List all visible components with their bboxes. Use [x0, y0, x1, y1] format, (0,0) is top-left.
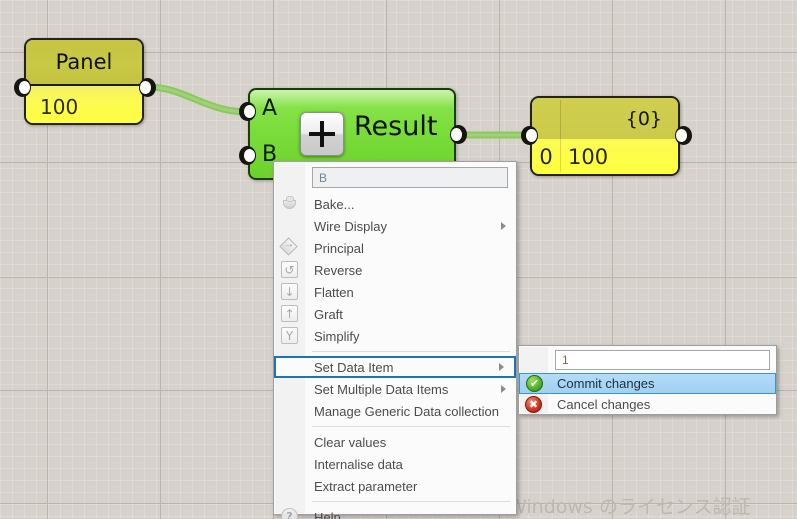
menu-item-clear-values[interactable]: Clear values: [274, 431, 516, 453]
menu-separator: [312, 351, 510, 352]
output-row: 0 100: [532, 139, 678, 174]
chevron-right-icon: [499, 363, 504, 371]
reverse-icon: ↺: [281, 261, 299, 279]
menu-item-label: Principal: [314, 240, 364, 256]
panel-title: Panel: [26, 40, 142, 86]
result-input-a-port[interactable]: [239, 102, 256, 121]
menu-item-set-multiple-data-items[interactable]: Set Multiple Data Items: [274, 378, 516, 400]
panel-value[interactable]: 100: [26, 86, 142, 123]
menu-item-label: Internalise data: [314, 456, 403, 472]
menu-item-reverse[interactable]: ↺ Reverse: [274, 259, 516, 281]
parameter-name-input[interactable]: B: [312, 167, 508, 188]
wire-panel-to-result-highlight: [146, 85, 250, 114]
grid-line-vertical: [160, 0, 161, 519]
menu-item-bake[interactable]: Bake...: [274, 193, 516, 215]
bake-icon: [281, 195, 299, 213]
menu-item-label: Graft: [314, 306, 343, 322]
commit-icon: ✔: [526, 374, 544, 393]
set-data-item-submenu[interactable]: 1 ✔ Commit changes ✖ Cancel changes: [518, 345, 777, 415]
simplify-icon: Υ: [281, 327, 299, 345]
menu-item-label: Cancel changes: [557, 397, 651, 412]
menu-separator: [312, 501, 510, 502]
menu-item-label: Set Multiple Data Items: [314, 381, 449, 397]
menu-item-label: Wire Display: [314, 218, 387, 234]
panel-output-port[interactable]: [139, 78, 156, 97]
menu-item-commit-changes[interactable]: ✔ Commit changes: [519, 373, 776, 394]
result-output-port[interactable]: [450, 125, 467, 144]
menu-item-set-data-item[interactable]: Set Data Item: [274, 356, 516, 378]
node-output-panel[interactable]: {0} 0 100: [530, 96, 680, 176]
menu-item-extract-parameter[interactable]: Extract parameter: [274, 475, 516, 497]
data-item-value-input[interactable]: 1: [555, 350, 770, 370]
submenu-list: 1 ✔ Commit changes ✖ Cancel changes: [519, 350, 776, 415]
menu-item-label: Bake...: [314, 196, 355, 212]
chevron-right-icon: [501, 222, 506, 230]
output-row-value: 100: [568, 144, 609, 169]
panel-input-port[interactable]: [14, 78, 31, 97]
result-input-b-port[interactable]: [239, 146, 256, 165]
flatten-icon: ↓: [281, 283, 299, 301]
node-gloss: [250, 90, 454, 108]
output-row-index: 0: [539, 144, 553, 169]
result-input-a-label: A: [262, 96, 278, 121]
output-column-divider: [560, 100, 561, 172]
menu-item-label: Extract parameter: [314, 478, 418, 494]
menu-item-flatten[interactable]: ↓ Flatten: [274, 281, 516, 303]
menu-item-label: Commit changes: [557, 376, 655, 391]
principal-icon: [281, 239, 299, 257]
result-output-label: Result: [354, 111, 438, 142]
menu-item-graft[interactable]: ↑ Graft: [274, 303, 516, 325]
menu-item-manage-generic-data-collection[interactable]: Manage Generic Data collection: [274, 400, 516, 422]
menu-item-label: Reverse: [314, 262, 363, 278]
menu-item-help[interactable]: ? Help...: [274, 506, 516, 519]
menu-item-label: Set Data Item: [314, 359, 394, 375]
menu-item-simplify[interactable]: Υ Simplify: [274, 325, 516, 347]
output-panel-input-port[interactable]: [521, 126, 538, 145]
graft-icon: ↑: [281, 305, 299, 323]
menu-item-label: Help...: [314, 509, 352, 519]
grid-line-vertical: [725, 0, 726, 519]
menu-item-principal[interactable]: Principal: [274, 237, 516, 259]
plus-icon[interactable]: [300, 112, 344, 156]
node-panel[interactable]: Panel 100: [24, 38, 144, 125]
cancel-icon: ✖: [525, 395, 543, 414]
output-panel-output-port[interactable]: [675, 126, 692, 145]
context-menu[interactable]: B Bake... Wire Display Principal ↺ Rever…: [273, 161, 517, 519]
menu-item-label: Simplify: [314, 328, 360, 344]
context-menu-list: B Bake... Wire Display Principal ↺ Rever…: [274, 167, 516, 519]
menu-item-label: Manage Generic Data collection: [314, 403, 499, 419]
wire-panel-to-result: [144, 83, 252, 116]
menu-item-label: Flatten: [314, 284, 354, 300]
grid-line-vertical: [612, 0, 613, 519]
windows-activation-watermark: Windows のライセンス認証: [508, 496, 751, 518]
menu-item-internalise-data[interactable]: Internalise data: [274, 453, 516, 475]
help-icon: ?: [281, 508, 299, 519]
menu-item-wire-display[interactable]: Wire Display: [274, 215, 516, 237]
grasshopper-canvas[interactable]: Panel 100 A B Result {0} 0 100 B Bake...: [0, 0, 797, 519]
output-path-label: {0}: [532, 98, 678, 139]
menu-separator: [312, 426, 510, 427]
chevron-right-icon: [501, 385, 506, 393]
menu-item-cancel-changes[interactable]: ✖ Cancel changes: [519, 394, 776, 415]
menu-item-label: Clear values: [314, 434, 387, 450]
